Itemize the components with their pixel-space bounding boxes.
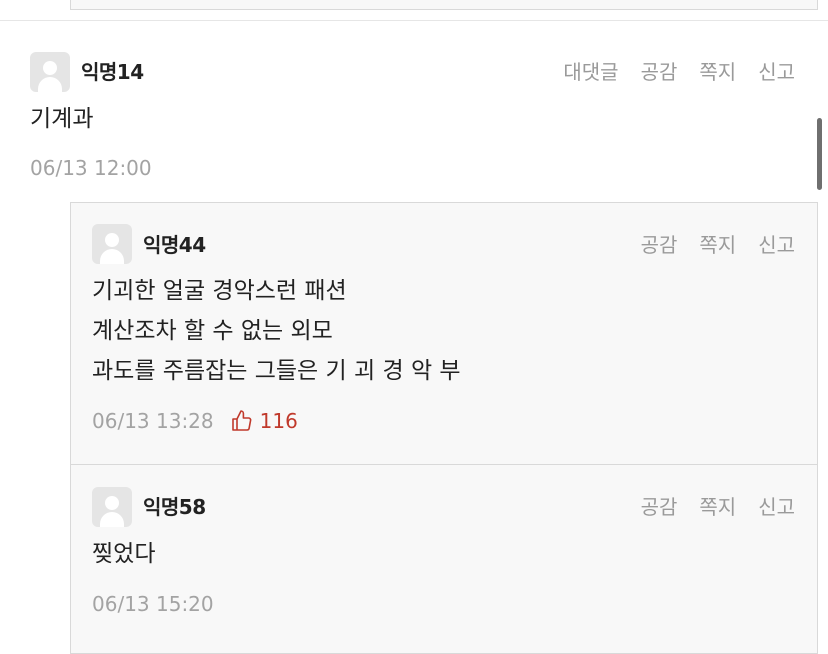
- reply-meta: 06/13 13:28 116: [92, 409, 298, 433]
- message-button[interactable]: 쪽지: [699, 56, 736, 85]
- comment-time: 06/13 12:00: [30, 156, 152, 180]
- reply-time: 06/13 15:20: [92, 592, 214, 616]
- comment-nickname: 익명14: [81, 60, 144, 84]
- message-button[interactable]: 쪽지: [699, 491, 736, 520]
- like-button[interactable]: 공감: [641, 491, 678, 520]
- reply-text-line: 과도를 주름잡는 그들은 기 괴 경 악 부: [92, 358, 461, 384]
- reply-text: 기괴한 얼굴 경악스런 패션 계산조차 할 수 없는 외모 과도를 주름잡는 그…: [92, 271, 461, 391]
- comment-meta: 06/13 12:00: [30, 156, 152, 180]
- reply-actions: 공감 쪽지 신고: [641, 491, 795, 520]
- default-avatar-icon: [92, 487, 132, 527]
- reply-actions: 공감 쪽지 신고: [641, 229, 795, 258]
- scrollbar[interactable]: [817, 118, 822, 190]
- message-button[interactable]: 쪽지: [699, 229, 736, 258]
- reply-meta: 06/13 15:20: [92, 592, 214, 616]
- comment-text: 기계과: [30, 106, 94, 132]
- report-button[interactable]: 신고: [758, 56, 795, 85]
- reply-text-line: 기괴한 얼굴 경악스런 패션: [92, 278, 347, 304]
- reply-nickname: 익명58: [143, 495, 206, 519]
- like-button[interactable]: 공감: [641, 56, 678, 85]
- vote-count-badge: 116: [230, 409, 298, 433]
- thumbs-up-icon: [231, 410, 252, 431]
- default-avatar-icon: [92, 224, 132, 264]
- reply-item: 익명44 공감 쪽지 신고 기괴한 얼굴 경악스런 패션 계산조차 할 수 없는…: [70, 202, 818, 465]
- vote-count: 116: [259, 409, 298, 433]
- like-button[interactable]: 공감: [641, 229, 678, 258]
- comment-actions: 대댓글 공감 쪽지 신고: [563, 56, 795, 85]
- reply-nickname: 익명44: [143, 233, 206, 257]
- report-button[interactable]: 신고: [758, 491, 795, 520]
- reply-button[interactable]: 대댓글: [563, 56, 618, 85]
- reply-item: 익명58 공감 쪽지 신고 찢었다 06/13 15:20: [70, 464, 818, 654]
- default-avatar-icon: [30, 52, 70, 92]
- comment-separator: [0, 20, 828, 21]
- previous-reply-box: [70, 0, 818, 10]
- reply-text-line: 계산조차 할 수 없는 외모: [92, 318, 333, 344]
- report-button[interactable]: 신고: [758, 229, 795, 258]
- reply-text: 찢었다: [92, 541, 156, 567]
- reply-time: 06/13 13:28: [92, 409, 214, 433]
